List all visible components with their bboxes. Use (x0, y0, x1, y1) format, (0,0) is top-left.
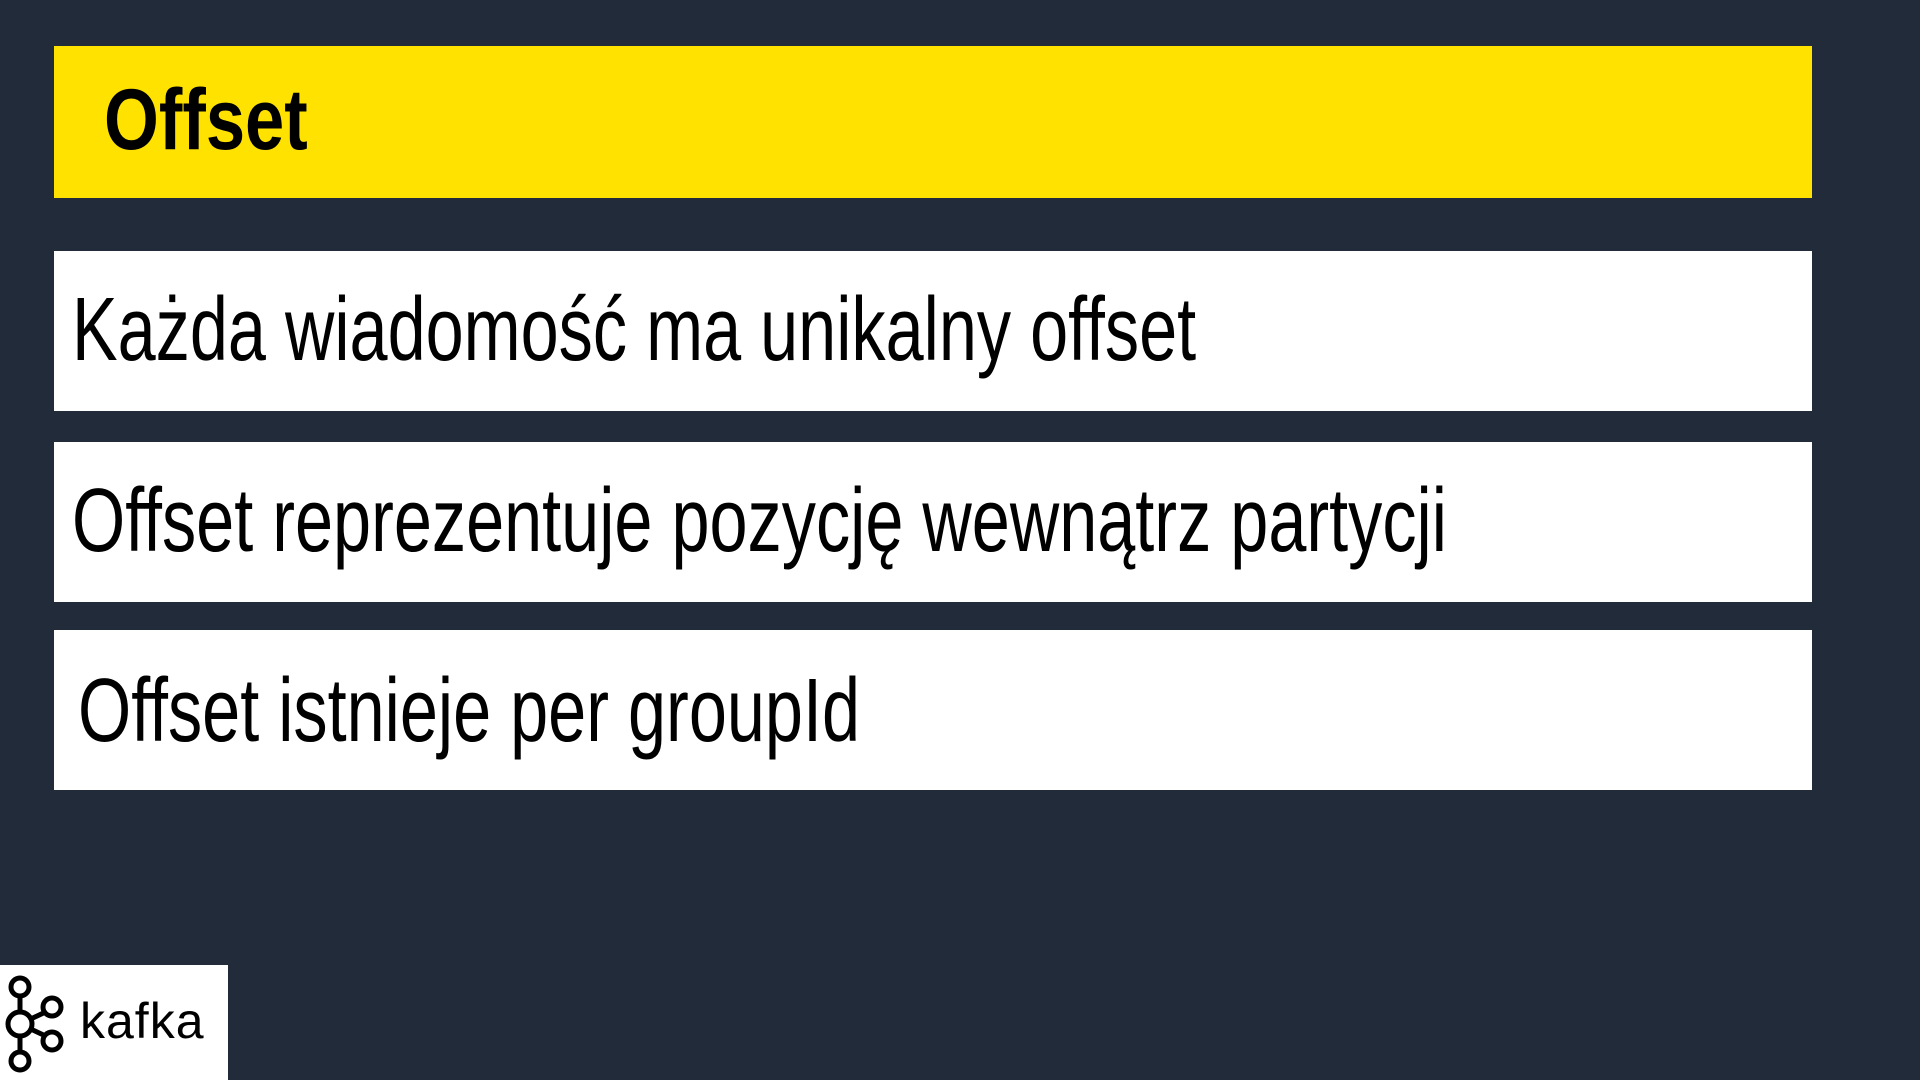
bullet-card-3: Offset istnieje per groupId (54, 630, 1812, 790)
slide-title-bar: Offset (54, 46, 1812, 198)
kafka-logo-text: kafka (80, 993, 205, 1049)
slide-title: Offset (104, 72, 308, 168)
bullet-text-1: Każda wiadomość ma unikalny offset (72, 280, 1197, 380)
bullet-card-1: Każda wiadomość ma unikalny offset (54, 251, 1812, 411)
bullet-card-2: Offset reprezentuje pozycję wewnątrz par… (54, 442, 1812, 602)
bullet-text-2: Offset reprezentuje pozycję wewnątrz par… (72, 471, 1447, 571)
kafka-logo: kafka (0, 965, 228, 1080)
bullet-text-3: Offset istnieje per groupId (78, 661, 860, 761)
kafka-logo-icon (2, 975, 68, 1073)
